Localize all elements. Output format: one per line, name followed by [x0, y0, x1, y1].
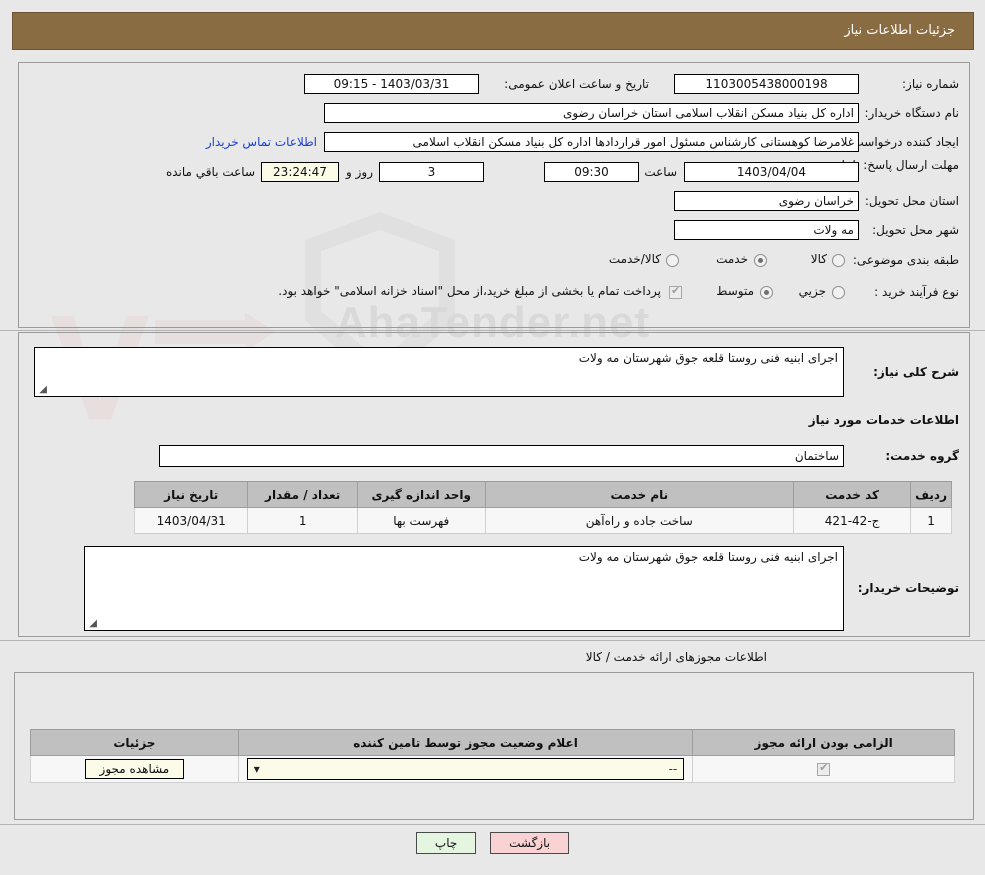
cell-code: ج-42-421	[793, 507, 912, 534]
process-label: نوع فرآیند خرید :	[874, 285, 959, 299]
page-root: V AhaTender.net جزئیات اطلاعات نیاز شمار…	[0, 0, 985, 875]
summary-text: اجرای ابنیه فنی روستا قلعه جوق شهرستان م…	[578, 351, 838, 365]
cell-permit-status: ▾ --	[237, 755, 694, 783]
services-section-title: اطلاعات خدمات مورد نیاز	[808, 413, 959, 427]
buyer-notes-textarea[interactable]: اجرای ابنیه فنی روستا قلعه جوق شهرستان م…	[84, 546, 844, 631]
countdown-unit-label: ساعت باقي مانده	[165, 165, 255, 179]
divider-footer	[0, 824, 985, 825]
need-number-label: شماره نیاز:	[902, 77, 959, 91]
deadline-time-field: 09:30	[544, 162, 639, 182]
buyer-org-label: نام دستگاه خریدار:	[864, 106, 960, 120]
buyer-contact-link[interactable]: اطلاعات تماس خریدار	[206, 135, 317, 149]
service-group-field: ساختمان	[159, 445, 844, 467]
days-remaining-field: 3	[379, 162, 484, 182]
permit-required-checkbox	[817, 761, 831, 776]
deadline-label: مهلت ارسال پاسخ: تا تاریخ:	[820, 158, 959, 172]
page-header-bar: جزئیات اطلاعات نیاز	[12, 12, 974, 50]
th-name: نام خدمت	[484, 481, 795, 508]
cell-index: 1	[910, 507, 952, 534]
divider-general	[0, 330, 985, 331]
th-permit-required: الزامی بودن ارائه مجوز	[692, 729, 955, 756]
services-table-header-row: ردیف کد خدمت نام خدمت واحد اندازه گیری ت…	[133, 481, 952, 508]
cell-date: 1403/04/31	[133, 507, 249, 534]
table-row: 1 ج-42-421 ساخت جاده و راه‌آهن فهرست بها…	[133, 507, 952, 534]
view-permit-button[interactable]: مشاهده مجوز	[84, 759, 185, 779]
th-quantity: تعداد / مقدار	[247, 481, 358, 508]
buyer-notes-label: توضیحات خریدار:	[857, 581, 959, 595]
requirement-details-panel: شرح کلی نیاز: اجرای ابنیه فنی روستا قلعه…	[18, 332, 970, 637]
th-index: ردیف	[910, 481, 952, 508]
th-unit: واحد اندازه گیری	[356, 481, 486, 508]
page-title: جزئیات اطلاعات نیاز	[844, 23, 955, 38]
buyer-org-field: اداره کل بنیاد مسکن انقلاب اسلامی استان …	[324, 103, 859, 123]
cell-quantity: 1	[247, 507, 358, 534]
general-info-panel: شماره نیاز: 1103005438000198 تاریخ و ساع…	[18, 62, 970, 328]
deadline-date-field: 1403/04/04	[684, 162, 859, 182]
requester-label: ایجاد کننده درخواست:	[848, 135, 959, 149]
back-button[interactable]: بازگشت	[490, 832, 570, 854]
radio-process-jozei-label: جزیي	[798, 284, 826, 298]
radio-category-khedmat[interactable]	[754, 254, 767, 267]
cell-name: ساخت جاده و راه‌آهن	[484, 507, 795, 534]
radio-process-jozei[interactable]	[832, 286, 845, 299]
need-number-field: 1103005438000198	[674, 74, 859, 94]
permit-status-value: --	[668, 762, 678, 776]
summary-textarea[interactable]: اجرای ابنیه فنی روستا قلعه جوق شهرستان م…	[34, 347, 844, 397]
divider-details	[0, 640, 985, 641]
permits-section-title: اطلاعات مجوزهای ارائه خدمت / کالا	[585, 650, 767, 664]
treasury-note-text: پرداخت تمام یا بخشی از مبلغ خرید،از محل …	[278, 284, 661, 298]
resize-grip-icon[interactable]: ◢	[37, 385, 47, 395]
th-permit-status: اعلام وضعیت مجوز توسط تامین کننده	[237, 729, 694, 756]
resize-grip-icon[interactable]: ◢	[87, 619, 97, 629]
category-label: طبقه بندی موضوعی:	[852, 253, 959, 267]
city-field: مه ولات	[674, 220, 859, 240]
announce-date-label: تاریخ و ساعت اعلان عمومی:	[504, 77, 649, 91]
th-permit-details: جزئیات	[30, 729, 239, 756]
permits-table: الزامی بودن ارائه مجوز اعلام وضعیت مجوز …	[30, 729, 955, 783]
radio-category-kala-label: کالا	[810, 252, 827, 266]
province-field: خراسان رضوی	[674, 191, 859, 211]
table-row: ▾ -- مشاهده مجوز	[30, 755, 955, 783]
footer-button-bar: بازگشت چاپ	[0, 832, 985, 854]
countdown-field: 23:24:47	[261, 162, 339, 182]
permit-status-select[interactable]: ▾ --	[246, 758, 685, 780]
buyer-notes-text: اجرای ابنیه فنی روستا قلعه جوق شهرستان م…	[578, 550, 838, 564]
radio-process-motavasset[interactable]	[760, 286, 773, 299]
permits-panel: الزامی بودن ارائه مجوز اعلام وضعیت مجوز …	[14, 672, 974, 820]
print-button[interactable]: چاپ	[415, 832, 477, 854]
announce-date-field: 1403/03/31 - 09:15	[304, 74, 479, 94]
requester-field: غلامرضا کوهستانی کارشناس مسئول امور قرار…	[324, 132, 859, 152]
chevron-down-icon: ▾	[253, 762, 260, 776]
city-label: شهر محل تحویل:	[872, 223, 959, 237]
cell-permit-details: مشاهده مجوز	[30, 755, 239, 783]
radio-category-khedmat-label: خدمت	[716, 252, 748, 266]
deadline-time-label: ساعت	[644, 165, 677, 179]
th-date: تاریخ نیاز	[133, 481, 249, 508]
cell-permit-required	[692, 755, 955, 783]
days-unit-label: روز و	[346, 165, 373, 179]
radio-category-kala[interactable]	[832, 254, 845, 267]
summary-label: شرح کلی نیاز:	[873, 365, 959, 379]
service-group-label: گروه خدمت:	[885, 449, 959, 463]
treasury-bond-checkbox[interactable]	[669, 284, 682, 299]
radio-process-motavasset-label: متوسط	[716, 284, 754, 298]
permits-table-header-row: الزامی بودن ارائه مجوز اعلام وضعیت مجوز …	[30, 729, 955, 756]
cell-unit: فهرست بها	[356, 507, 486, 534]
radio-category-kala-khedmat[interactable]	[666, 254, 679, 267]
th-code: کد خدمت	[793, 481, 912, 508]
services-table: ردیف کد خدمت نام خدمت واحد اندازه گیری ت…	[133, 481, 952, 534]
province-label: استان محل تحویل:	[864, 194, 959, 208]
radio-category-kala-khedmat-label: کالا/خدمت	[608, 252, 661, 266]
